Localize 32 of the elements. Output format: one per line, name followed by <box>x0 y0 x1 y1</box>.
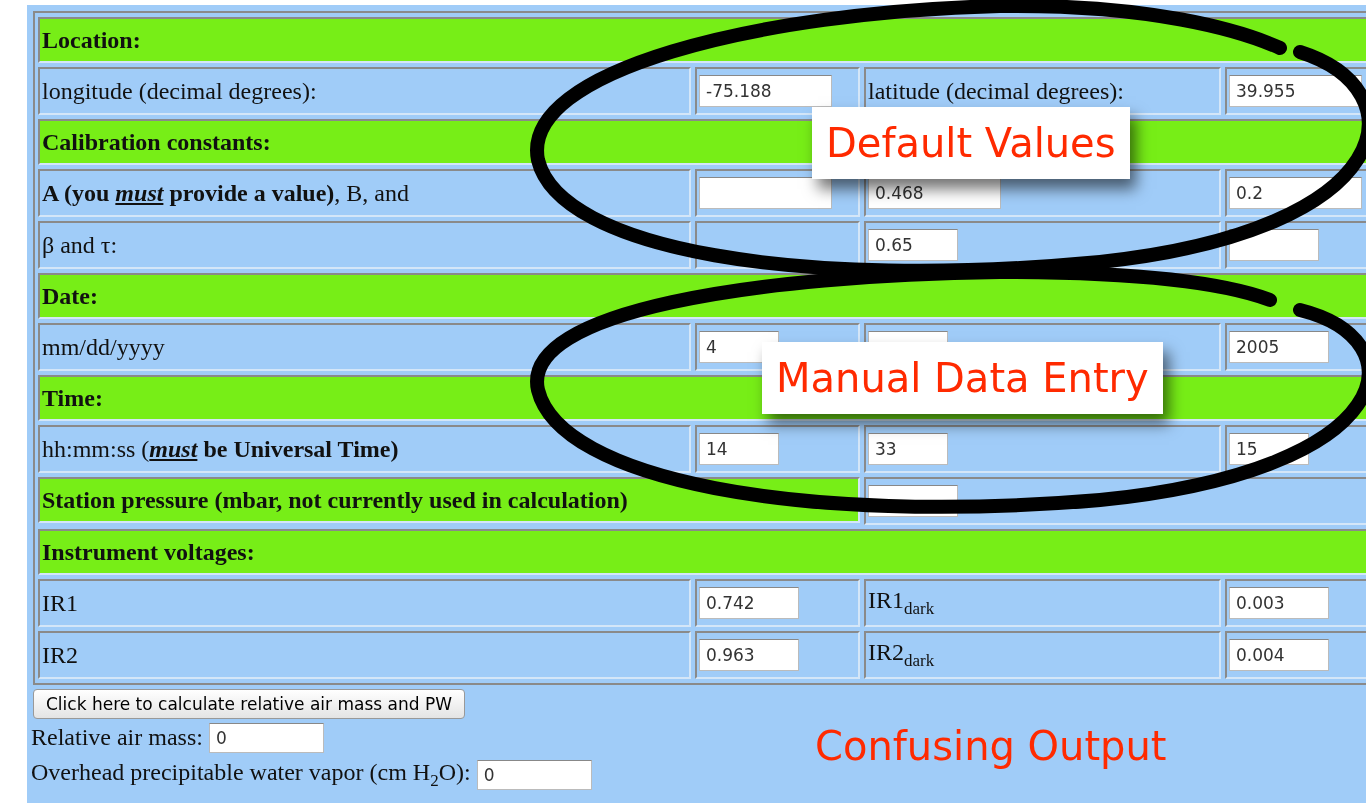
section-heading: Instrument voltages: <box>38 529 1366 575</box>
field-label: IR1$_{dark}$ <box>868 587 935 619</box>
input-field[interactable]: 14 <box>699 433 779 465</box>
input-field[interactable]: 33 <box>868 433 948 465</box>
field-label: mm/dd/yyyy <box>42 333 165 361</box>
output-label: Overhead precipitable water vapor (cm H$_{2}$O): <box>31 758 471 791</box>
calculate-button[interactable]: Click here to calculate relative air mass and PW <box>33 689 465 719</box>
input-field[interactable]: 0.004 <box>1229 639 1329 671</box>
field-label: longitude (decimal degrees): <box>42 77 317 105</box>
section-heading: Station pressure (mbar, not currently used in calculation) <box>38 477 860 523</box>
output-label: Relative air mass: <box>31 724 203 751</box>
field-label: IR2$_{dark}$ <box>868 639 935 671</box>
input-field[interactable]: 0 <box>476 759 592 790</box>
field-label: IR1 <box>42 589 78 617</box>
field-label: hh:mm:ss (must be Universal Time) <box>42 435 399 463</box>
annotation-tooltip: Manual Data Entry <box>762 342 1163 414</box>
field-label: β and τ: <box>42 231 118 259</box>
field-label: latitude (decimal degrees): <box>868 77 1124 105</box>
input-field[interactable]: 0.003 <box>1229 587 1329 619</box>
input-field[interactable]: 0.65 <box>868 229 958 261</box>
annotation-tooltip: Default Values <box>812 107 1130 179</box>
input-field[interactable]: 39.955 <box>1229 75 1362 107</box>
input-field[interactable]: 0 <box>208 722 324 753</box>
input-field[interactable]: 0.742 <box>699 587 799 619</box>
field-label: A (you must provide a value), B, and <box>42 179 409 207</box>
field-label: IR2 <box>42 641 78 669</box>
section-heading: Location: <box>38 17 1366 63</box>
input-field[interactable]: -75.188 <box>699 75 832 107</box>
input-field[interactable] <box>699 177 832 209</box>
input-field[interactable]: 2005 <box>1229 331 1329 363</box>
input-field[interactable]: 0.963 <box>699 639 799 671</box>
input-field[interactable]: 0.468 <box>868 177 1001 209</box>
